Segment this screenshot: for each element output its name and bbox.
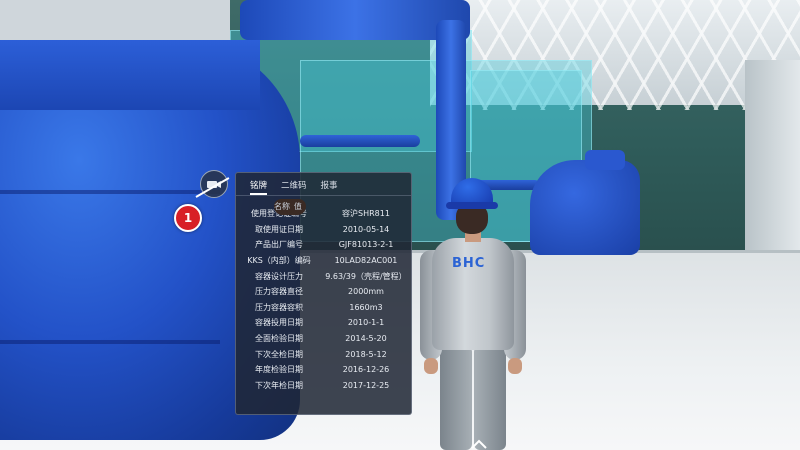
worker-uniform bbox=[432, 238, 514, 350]
row-name: 压力容器容积 bbox=[255, 302, 303, 312]
uniform-logo: BHC bbox=[452, 256, 486, 271]
table-row: 产品出厂编号 GJF81013-2-1 bbox=[236, 237, 411, 253]
row-name: 产品出厂编号 bbox=[255, 240, 303, 250]
vessel-band bbox=[0, 340, 220, 344]
row-value: 10LAD82AC001 bbox=[334, 256, 398, 266]
panel-tabs: 铭牌 二维码 报事 bbox=[236, 173, 411, 196]
table-row: 取使用证日期 2010-05-14 bbox=[236, 222, 411, 238]
hard-hat-brim bbox=[446, 202, 498, 209]
row-name: 全面检验日期 bbox=[255, 334, 303, 344]
tab-report[interactable]: 报事 bbox=[321, 179, 338, 195]
table-row: 使用登记证编号容沪SHR811 bbox=[236, 206, 411, 222]
table-row: 容器投用日期 2010-1-1 bbox=[236, 315, 411, 331]
row-value: 2000mm bbox=[348, 287, 384, 297]
vessel-top bbox=[0, 40, 260, 110]
table-row: 下次年检日期 2017-12-25 bbox=[236, 378, 411, 394]
row-value: 2010-05-14 bbox=[342, 224, 390, 234]
row-name: 下次年检日期 bbox=[255, 380, 303, 390]
tab-nameplate[interactable]: 铭牌 bbox=[250, 179, 268, 195]
table-row: 压力容器直径 2000mm bbox=[236, 284, 411, 300]
row-value: 2016-12-26 bbox=[342, 365, 390, 375]
worker-hand bbox=[424, 358, 438, 374]
row-name: 容器设计压力 bbox=[255, 271, 303, 281]
table-row: 全面检验日期 2014-5-20 bbox=[236, 331, 411, 347]
row-name: KKS（内部）编码 bbox=[247, 256, 311, 266]
chevron-up-icon[interactable] bbox=[470, 438, 488, 450]
pump-unit[interactable] bbox=[530, 160, 640, 255]
worker-leg bbox=[440, 346, 472, 450]
row-value: 2017-12-25 bbox=[342, 380, 390, 390]
nameplate-panel: 铭牌 二维码 报事 名称 值 使用登记证编号容沪SHR811 取使用证日期 201… bbox=[235, 172, 412, 415]
row-value: GJF81013-2-1 bbox=[338, 240, 394, 250]
worker-hand bbox=[508, 358, 522, 374]
table-row: 容器设计压力 9.63/39（壳程/管程） bbox=[236, 268, 411, 284]
worker-avatar[interactable]: BHC bbox=[418, 178, 528, 450]
vessel-band bbox=[0, 190, 220, 194]
table-row: KKS（内部）编码 10LAD82AC001 bbox=[236, 253, 411, 269]
equipment-marker[interactable]: 1 bbox=[174, 204, 202, 232]
column-header-value: 值 bbox=[293, 202, 302, 212]
row-name: 压力容器直径 bbox=[255, 287, 303, 297]
row-name: 年度检验日期 bbox=[255, 365, 303, 375]
row-name: 下次全检日期 bbox=[255, 349, 303, 359]
row-name: 取使用证日期 bbox=[255, 224, 303, 234]
row-value: 2018-5-12 bbox=[345, 349, 387, 359]
row-value: 1660m3 bbox=[349, 302, 383, 312]
row-value: 容沪SHR811 bbox=[342, 209, 390, 219]
table-row: 年度检验日期 2016-12-26 bbox=[236, 362, 411, 378]
tab-qrcode[interactable]: 二维码 bbox=[281, 179, 307, 195]
row-value: 9.63/39（壳程/管程） bbox=[325, 271, 407, 281]
row-value: 2014-5-20 bbox=[345, 334, 387, 344]
nameplate-table: 名称 值 使用登记证编号容沪SHR811 取使用证日期 2010-05-14 产品… bbox=[236, 199, 411, 394]
column-header-name: 名称 bbox=[274, 202, 290, 212]
row-name: 容器投用日期 bbox=[255, 318, 303, 328]
worker-leg bbox=[474, 346, 506, 450]
pump-motor[interactable] bbox=[585, 150, 625, 170]
table-row: 下次全检日期 2018-5-12 bbox=[236, 346, 411, 362]
blue-pipe[interactable] bbox=[300, 135, 420, 147]
row-value: 2010-1-1 bbox=[347, 318, 385, 328]
hall-right-wall bbox=[745, 60, 800, 260]
table-row: 压力容器容积 1660m3 bbox=[236, 300, 411, 316]
table-header: 名称 值 bbox=[274, 199, 306, 215]
